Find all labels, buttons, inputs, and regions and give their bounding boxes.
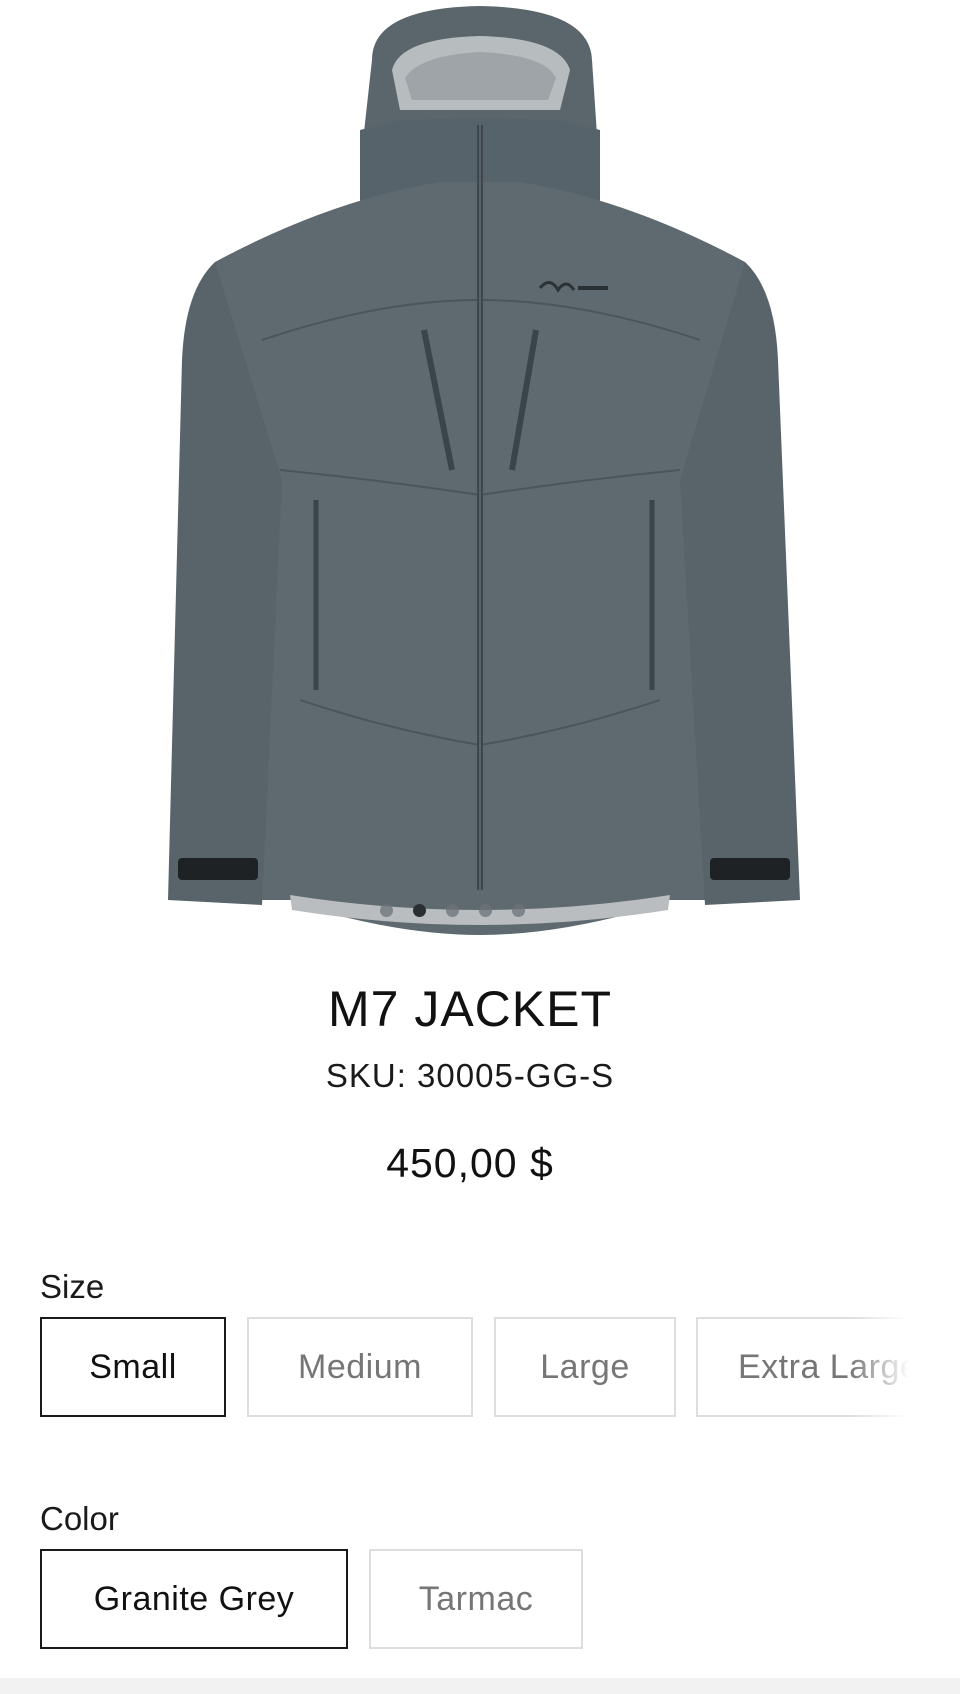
size-option-small[interactable]: Small [40,1317,226,1417]
color-option-granite-grey[interactable]: Granite Grey [40,1549,348,1649]
product-title: M7 JACKET [327,981,613,1037]
color-options: Granite Grey Tarmac [40,1549,920,1651]
carousel-dot[interactable] [478,904,492,917]
size-options: Small Medium Large Extra Large [40,1317,920,1419]
size-option-extra-large[interactable]: Extra Large [696,1317,920,1417]
carousel-dots [0,904,932,917]
color-label: Color [40,1500,119,1537]
product-price: 450,00 $ [386,1140,554,1186]
bottom-bar [0,1678,960,1694]
product-image[interactable] [0,0,960,940]
size-option-medium[interactable]: Medium [247,1317,473,1417]
carousel-dot[interactable] [445,904,459,917]
color-option-tarmac[interactable]: Tarmac [369,1549,583,1649]
carousel-dot[interactable] [511,904,525,917]
carousel-dot[interactable] [379,904,393,917]
jacket-image [168,6,800,935]
carousel-dot[interactable] [412,904,426,917]
size-option-large[interactable]: Large [494,1317,676,1417]
size-label: Size [40,1268,105,1305]
product-sku: SKU: 30005-GG-S [325,1057,615,1094]
